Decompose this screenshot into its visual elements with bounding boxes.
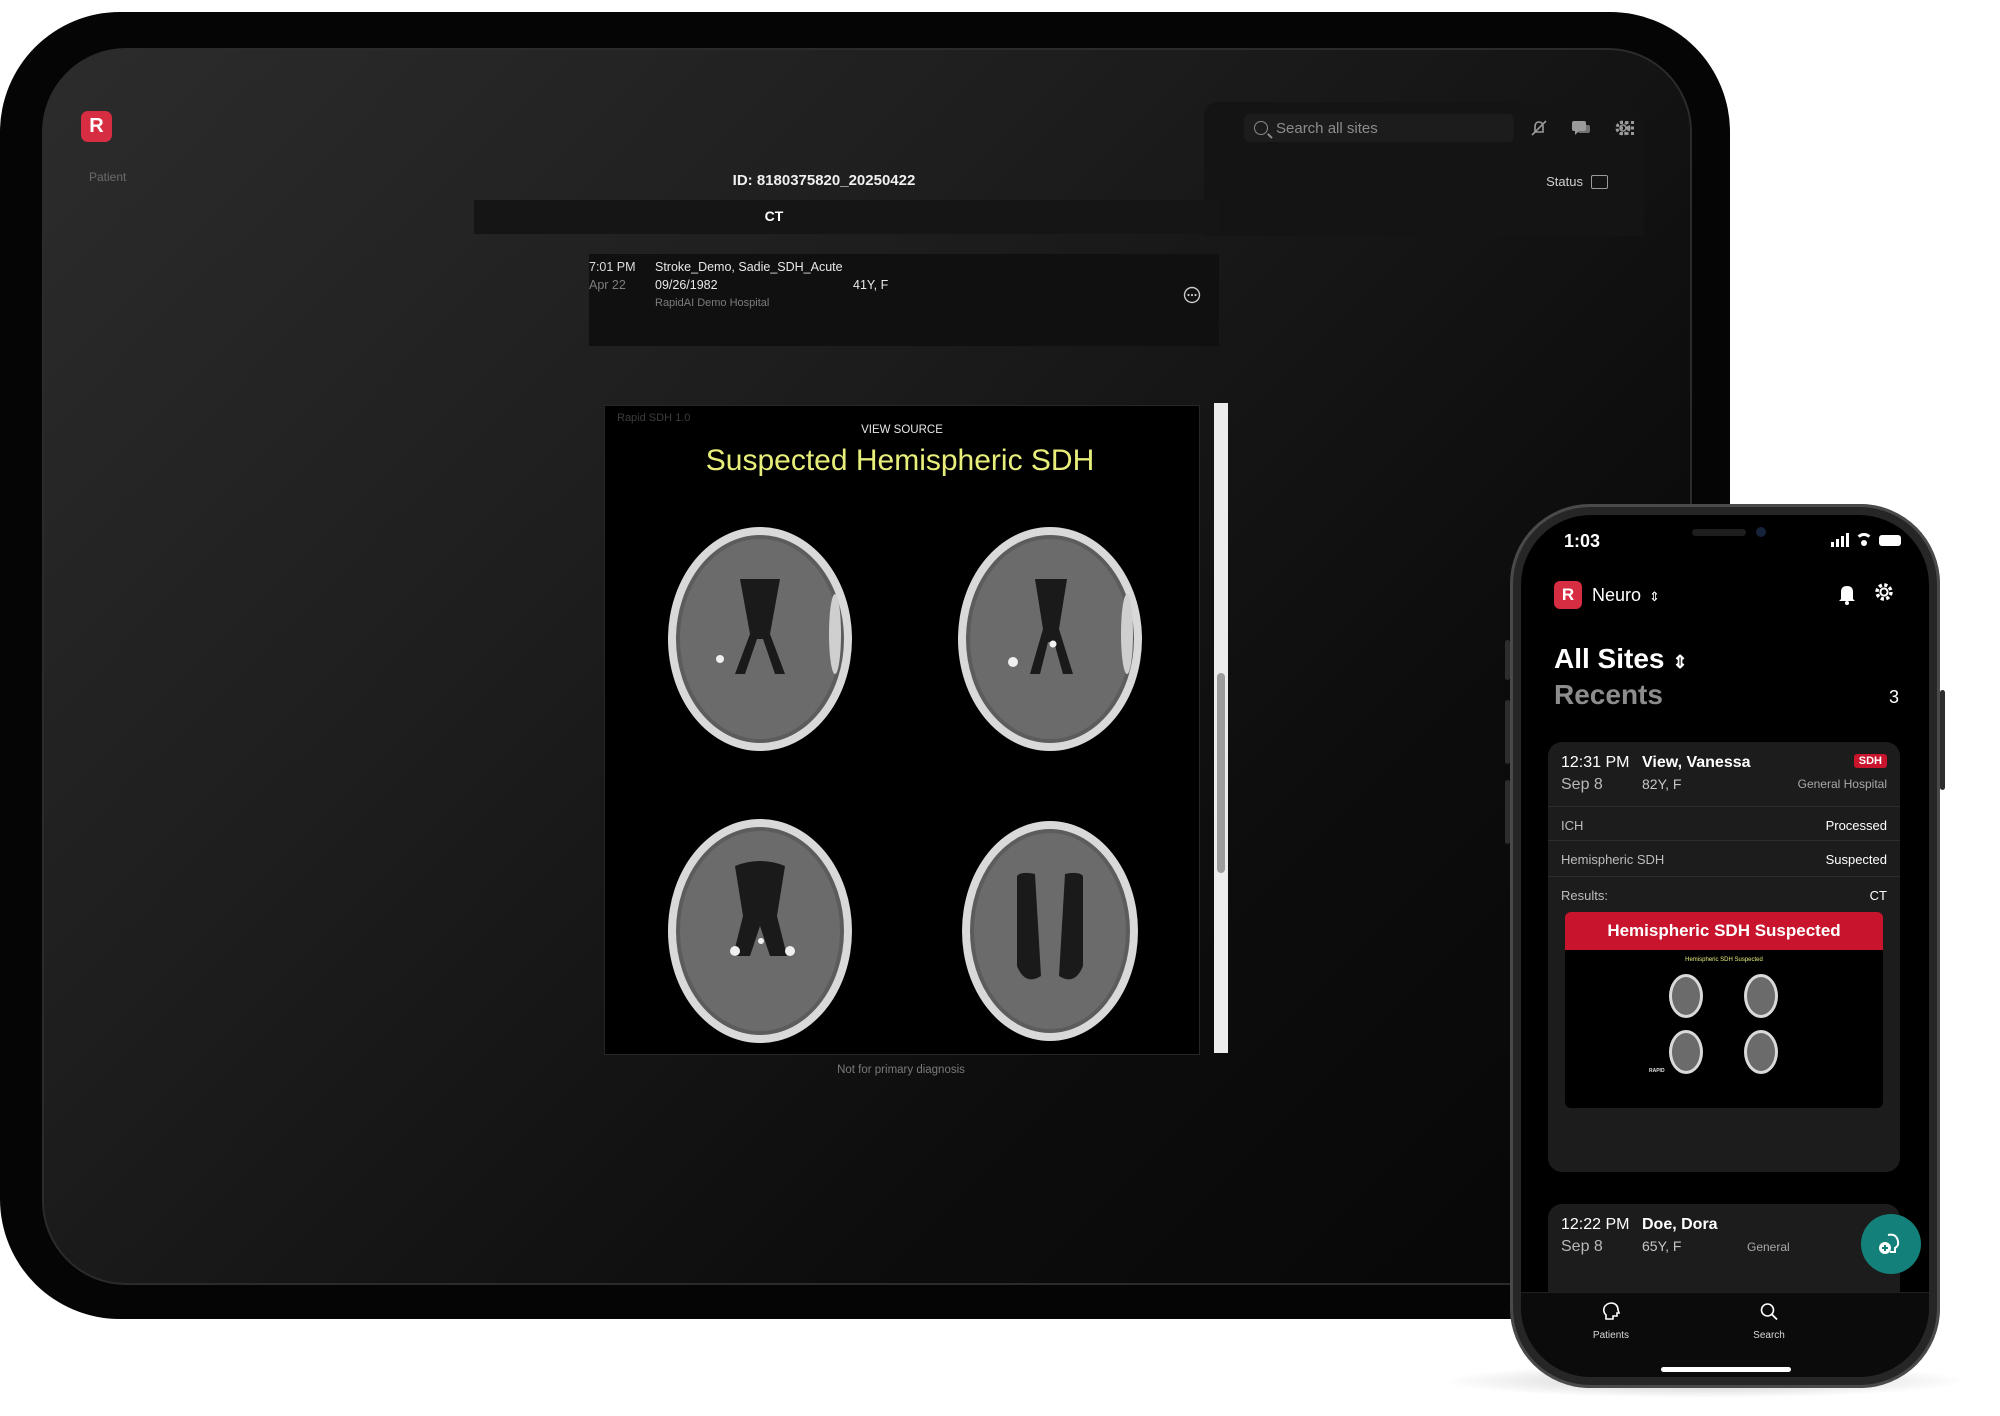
search-icon: [1760, 1303, 1778, 1321]
case-patient-name: Doe, Dora: [1642, 1216, 1718, 1233]
thumb-title: Hemispheric SDH Suspected: [1685, 957, 1763, 963]
case-hospital: General: [1747, 1240, 1790, 1254]
results-modality: CT: [1869, 888, 1887, 903]
recents-count: 3: [1888, 687, 1899, 707]
status-panel: Status: [1204, 154, 1644, 236]
head-icon: [1602, 1302, 1621, 1320]
site-scope: All Sites: [1554, 643, 1665, 674]
case-hospital: General Hospital: [1797, 777, 1887, 791]
tab-ct[interactable]: CT: [474, 208, 1074, 224]
signal-icon: [1831, 533, 1849, 547]
case-header: 12:31 PM Sep 8 View, Vanessa 82Y, F SDH …: [1548, 742, 1900, 828]
ct-slice-3: [668, 819, 852, 1043]
result-thumbnail[interactable]: Hemispheric SDH Suspected RAPID: [1565, 950, 1883, 1108]
patient-age-sex: 41Y, F: [853, 278, 889, 292]
chat-icon[interactable]: [1568, 115, 1594, 141]
case-card[interactable]: 12:22 PM Sep 8 Doe, Dora 65Y, F General: [1548, 1204, 1900, 1294]
rapid-logo[interactable]: R: [81, 111, 112, 142]
tab-label: Patients: [1592, 1330, 1630, 1341]
camera: [1756, 527, 1766, 537]
module-status: Suspected: [1825, 852, 1887, 867]
search-placeholder: Search all sites: [1276, 119, 1378, 137]
search-input[interactable]: Search all sites: [1244, 114, 1514, 142]
phone-screen: 1:03 R Neuro ⇕ All Sites ⇕ Recents 3 12:31…: [1521, 515, 1929, 1377]
scrollbar-thumb[interactable]: [1217, 673, 1225, 873]
case-patient-name: View, Vanessa: [1642, 754, 1751, 771]
patient-dob: 09/26/1982: [655, 278, 718, 292]
bell-icon[interactable]: [1837, 583, 1857, 611]
wifi-icon: [1855, 533, 1873, 547]
phone-device: 1:03 R Neuro ⇕ All Sites ⇕ Recents 3 12:31…: [1510, 504, 1940, 1388]
site-selector[interactable]: All Sites ⇕: [1554, 643, 1688, 675]
status-time: 1:03: [1564, 531, 1601, 551]
ct-slice-2: [958, 527, 1142, 751]
status-icon: [1591, 174, 1608, 189]
case-age-sex: 65Y, F: [1642, 1238, 1682, 1254]
case-date: Sep 8: [1561, 1238, 1603, 1255]
case-card[interactable]: 12:31 PM Sep 8 View, Vanessa 82Y, F SDH …: [1548, 742, 1900, 1172]
patient-name: Stroke_Demo, Sadie_SDH_Acute: [655, 260, 843, 274]
case-date: Sep 8: [1561, 776, 1603, 793]
study-summary-row[interactable]: 7:01 PM Apr 22 Stroke_Demo, Sadie_SDH_Ac…: [589, 254, 1219, 346]
gear-icon[interactable]: [1873, 581, 1895, 609]
case-time: 12:31 PM: [1561, 754, 1630, 771]
speaker: [1692, 529, 1746, 536]
patient-label: Patient: [89, 170, 127, 184]
disclaimer: Not for primary diagnosis: [837, 1064, 965, 1076]
alert-banner[interactable]: Hemispheric SDH Suspected: [1565, 912, 1883, 950]
tab-patients[interactable]: Patients: [1571, 1301, 1651, 1341]
section-title: Recents: [1554, 679, 1663, 710]
ct-slice-4: [962, 821, 1138, 1041]
add-consult-button[interactable]: [1861, 1214, 1921, 1274]
tab-label: Search: [1753, 1330, 1785, 1341]
phone-notch: [1632, 515, 1820, 555]
add-consult-icon: [1879, 1233, 1900, 1254]
study-date: Apr 22: [589, 278, 626, 292]
module-version: Rapid SDH 1.0: [617, 412, 691, 424]
search-icon: [1254, 121, 1268, 135]
results-label: Results:: [1561, 888, 1608, 903]
chevron-updown-icon: ⇕: [1649, 589, 1660, 604]
org-switcher[interactable]: Neuro ⇕: [1592, 585, 1660, 606]
apps-grid-icon[interactable]: [1614, 115, 1640, 141]
status-label: Status: [1546, 174, 1583, 189]
org-name: Neuro: [1592, 585, 1642, 605]
viewer-scrollbar[interactable]: [1214, 403, 1228, 1053]
thumb-brand: RAPID: [1649, 1068, 1665, 1074]
result-viewer: Rapid SDH 1.0 VIEW SOURCE Suspected Hemi…: [604, 405, 1200, 1055]
study-time: 7:01 PM: [589, 260, 636, 274]
module-name: Hemispheric SDH: [1561, 852, 1665, 867]
thumb-scans: [1669, 974, 1778, 1074]
top-toolbar: Search all sites: [1204, 102, 1644, 154]
tablet-screen: R Patient Search all sites Status ID: 81…: [42, 48, 1692, 1285]
tablet-device: R Patient Search all sites Status ID: 81…: [0, 12, 1730, 1319]
status-indicators: [1831, 533, 1901, 547]
battery-icon: [1879, 534, 1901, 546]
chevron-updown-icon: ⇕: [1672, 652, 1688, 672]
case-time: 12:22 PM: [1561, 1216, 1630, 1233]
study-id: ID: 8180375820_20250422: [732, 172, 916, 189]
tab-bar: Patients Search: [1521, 1292, 1929, 1377]
sdh-badge: SDH: [1853, 754, 1887, 768]
module-status: Processed: [1825, 818, 1887, 833]
tab-search[interactable]: Search: [1729, 1301, 1809, 1341]
case-age-sex: 82Y, F: [1642, 776, 1682, 792]
modality-tab-bar: CT: [474, 200, 1219, 234]
mute-icon[interactable]: [1526, 115, 1552, 141]
view-source-link[interactable]: VIEW SOURCE: [605, 424, 1199, 436]
more-icon[interactable]: [1183, 286, 1201, 307]
divider: [1548, 840, 1900, 841]
home-indicator[interactable]: [1661, 1367, 1791, 1372]
status-toggle[interactable]: Status: [1546, 174, 1608, 189]
phone-power-button: [1940, 690, 1945, 790]
hospital-name: RapidAI Demo Hospital: [655, 297, 770, 309]
divider: [1548, 806, 1900, 807]
finding-title: Suspected Hemispheric SDH: [705, 444, 1095, 477]
ct-slice-1: [668, 527, 852, 751]
rapid-logo[interactable]: R: [1554, 581, 1582, 609]
divider: [1548, 876, 1900, 877]
module-name: ICH: [1561, 818, 1584, 833]
